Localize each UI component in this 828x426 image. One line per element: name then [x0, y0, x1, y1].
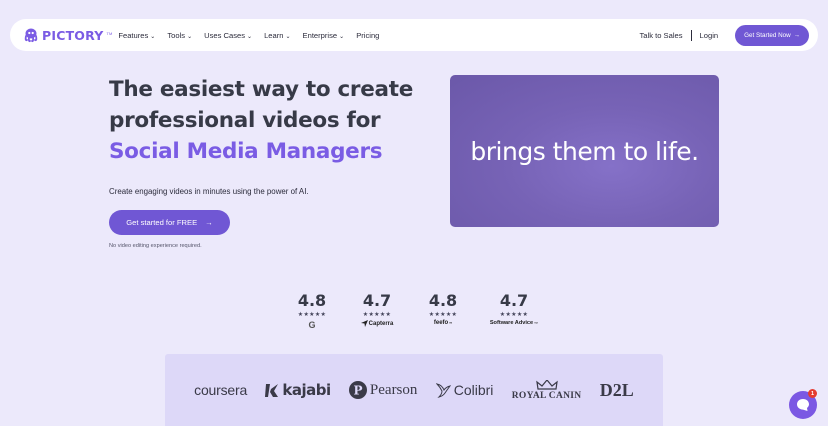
platform-name: Software Advice	[489, 320, 534, 326]
rating-g2: 4.8 ★★★★★ G	[282, 291, 342, 330]
chevron-down-icon: ⌄	[285, 33, 291, 40]
coursera-logo: coursera	[194, 382, 247, 398]
login-link[interactable]: Login	[700, 31, 719, 40]
top-navbar: PICTORY TM Features ⌄ Tools ⌄ Uses Cases ⌄ …	[10, 19, 818, 51]
menu-item-label: Tools	[167, 30, 186, 40]
colibri-logo: Colibri	[435, 382, 494, 398]
platform-name: Capterra	[368, 320, 394, 327]
platform-name: feefo	[433, 320, 449, 326]
video-caption: brings them to life.	[470, 136, 699, 166]
chat-notification-badge: 1	[808, 389, 817, 398]
menu-item-pricing[interactable]: Pricing	[356, 31, 379, 40]
logo-text: Pearson	[369, 381, 418, 398]
logo-text: kajabi	[282, 381, 331, 399]
nav-divider	[690, 29, 692, 41]
rating-stars: ★★★★★	[362, 312, 392, 318]
get-started-free-button[interactable]: Get started for FREE →	[109, 210, 230, 235]
main-menu: Features ⌄ Tools ⌄ Uses Cases ⌄ Learn ⌄ Ente…	[118, 31, 379, 40]
rating-capterra: 4.7 ★★★★★ Capterra	[342, 291, 412, 330]
brand-name: PICTORY	[42, 27, 104, 43]
ratings-row: 4.8 ★★★★★ G 4.7 ★★★★★ Capterra 4.8 ★★★★★…	[282, 291, 554, 330]
hero-note: No video editing experience required.	[109, 243, 202, 249]
software-advice-logo-icon: Software Advice ™	[490, 320, 538, 326]
hero-title: The easiest way to create professional v…	[109, 74, 439, 167]
menu-item-label: Enterprise	[302, 30, 338, 40]
chevron-down-icon: ⌄	[247, 33, 253, 40]
arrow-right-icon: →	[793, 31, 800, 39]
chevron-down-icon: ⌄	[187, 33, 193, 40]
menu-item-features[interactable]: Features ⌄	[118, 31, 155, 40]
chevron-down-icon: ⌄	[339, 33, 345, 40]
menu-item-tools[interactable]: Tools ⌄	[167, 31, 192, 40]
pearson-p-icon: P	[348, 381, 367, 399]
capterra-logo: Capterra	[360, 320, 394, 327]
rating-stars: ★★★★★	[499, 312, 529, 318]
kajabi-logo: kajabi	[265, 381, 331, 399]
menu-item-label: Pricing	[356, 30, 380, 40]
rating-feefo: 4.8 ★★★★★ feefo ºº	[412, 291, 474, 330]
rating-stars: ★★★★★	[428, 312, 458, 318]
hero-title-line-2: professional videos for	[109, 108, 381, 133]
platform-suffix: ™	[534, 320, 539, 326]
menu-item-learn[interactable]: Learn ⌄	[264, 31, 290, 40]
menu-item-enterprise[interactable]: Enterprise ⌄	[303, 31, 345, 40]
rating-score: 4.7	[499, 291, 529, 310]
rating-score: 4.8	[428, 291, 458, 310]
rating-stars: ★★★★★	[297, 312, 327, 318]
svg-text:P: P	[353, 384, 362, 398]
hummingbird-icon	[435, 383, 451, 398]
arrow-right-icon: →	[205, 218, 213, 227]
rating-score: 4.8	[297, 291, 327, 310]
royal-canin-logo: ROYAL CANIN	[511, 379, 582, 401]
brand-logo[interactable]: PICTORY TM	[23, 27, 112, 43]
rating-score: 4.7	[362, 291, 392, 310]
feefo-logo-icon: feefo ºº	[434, 320, 452, 326]
menu-item-use-cases[interactable]: Uses Cases ⌄	[204, 31, 252, 40]
get-started-now-button[interactable]: Get Started Now →	[735, 24, 809, 46]
nav-actions: Talk to Sales Login Get Started Now →	[639, 24, 809, 46]
rating-software-advice: 4.7 ★★★★★ Software Advice ™	[474, 291, 554, 330]
hero-title-highlight: Social Media Managers	[109, 139, 383, 164]
menu-item-label: Uses Cases	[204, 30, 246, 40]
hero-video-player[interactable]: brings them to life.	[450, 75, 719, 227]
hero-title-line-1: The easiest way to create	[109, 77, 413, 102]
platform-suffix: ºº	[449, 320, 453, 326]
chat-bubble-icon	[797, 399, 809, 411]
d2l-logo: D2L	[600, 380, 634, 401]
talk-to-sales-link[interactable]: Talk to Sales	[639, 31, 682, 40]
pearson-logo: P Pearson	[348, 381, 418, 399]
logo-text: D2L	[599, 379, 634, 400]
client-logos-strip: coursera kajabi P Pearson Colibri ROYAL …	[165, 354, 663, 426]
octopus-logo-icon	[24, 28, 38, 43]
menu-item-label: Features	[118, 30, 149, 40]
button-label: Get started for FREE	[126, 218, 198, 227]
menu-item-label: Learn	[264, 30, 284, 40]
kajabi-k-icon	[265, 383, 279, 397]
logo-text: ROYAL CANIN	[511, 390, 582, 401]
button-label: Get Started Now	[744, 31, 791, 39]
g2-logo-icon: G	[308, 320, 315, 330]
logo-text: Colibri	[453, 382, 494, 398]
hero-subtitle: Create engaging videos in minutes using …	[109, 187, 309, 196]
capterra-logo-icon	[360, 320, 368, 327]
chevron-down-icon: ⌄	[150, 33, 156, 40]
brand-trademark: TM	[106, 31, 113, 36]
logo-text: coursera	[194, 382, 248, 398]
crown-icon	[535, 379, 558, 390]
platform-name: G	[308, 320, 316, 330]
